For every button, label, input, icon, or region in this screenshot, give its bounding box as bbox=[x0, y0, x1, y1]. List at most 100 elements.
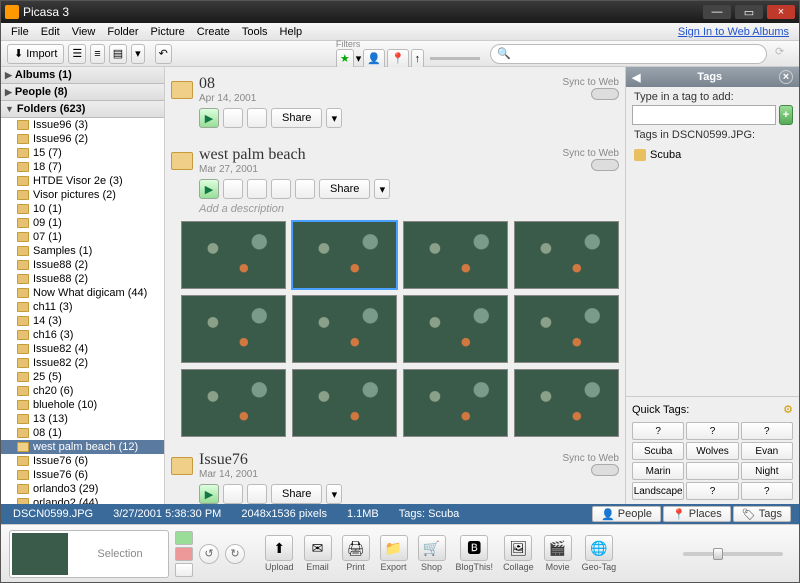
quick-tag-button[interactable]: Scuba bbox=[632, 442, 684, 460]
sidebar-folder-item[interactable]: 09 (1) bbox=[1, 216, 164, 230]
sidebar-folder-item[interactable]: Issue82 (4) bbox=[1, 342, 164, 356]
play-button[interactable]: ▶ bbox=[199, 108, 219, 128]
quick-tag-button[interactable]: ? bbox=[686, 422, 738, 440]
share-dropdown[interactable]: ▾ bbox=[374, 179, 390, 199]
menu-edit[interactable]: Edit bbox=[35, 26, 66, 38]
menu-view[interactable]: View bbox=[66, 26, 102, 38]
tool-icon[interactable] bbox=[223, 484, 243, 504]
tool-icon[interactable] bbox=[223, 179, 243, 199]
tag-input[interactable] bbox=[632, 105, 776, 125]
quick-tag-button[interactable]: Wolves bbox=[686, 442, 738, 460]
sidebar-folder-item[interactable]: ch20 (6) bbox=[1, 384, 164, 398]
action-shop[interactable]: 🛒Shop bbox=[418, 535, 446, 572]
sidebar-people-header[interactable]: ▶People (8) bbox=[1, 84, 164, 101]
sync-to-web[interactable]: Sync to Web bbox=[562, 453, 619, 479]
maximize-button[interactable]: ▭ bbox=[735, 5, 763, 19]
selection-tray[interactable]: Selection bbox=[9, 530, 169, 578]
photo-thumbnail[interactable] bbox=[181, 221, 286, 289]
quick-tag-button[interactable]: Evan bbox=[741, 442, 793, 460]
places-tab-button[interactable]: 📍Places bbox=[663, 506, 731, 522]
menu-folder[interactable]: Folder bbox=[101, 26, 144, 38]
sidebar-folder-item[interactable]: Issue76 (6) bbox=[1, 454, 164, 468]
filter-slider[interactable] bbox=[430, 57, 480, 60]
zoom-slider[interactable] bbox=[683, 552, 783, 556]
photo-thumbnail[interactable] bbox=[292, 369, 397, 437]
tool-icon[interactable] bbox=[247, 484, 267, 504]
view-dropdown[interactable]: ▾ bbox=[131, 44, 145, 64]
tool-icon[interactable] bbox=[247, 108, 267, 128]
tool-icon[interactable] bbox=[271, 179, 291, 199]
play-button[interactable]: ▶ bbox=[199, 179, 219, 199]
signin-link[interactable]: Sign In to Web Albums bbox=[672, 26, 795, 38]
sidebar-folder-item[interactable]: 25 (5) bbox=[1, 370, 164, 384]
photo-thumbnail[interactable] bbox=[292, 295, 397, 363]
photo-thumbnail[interactable] bbox=[514, 369, 619, 437]
action-print[interactable]: 🖨Print bbox=[342, 535, 370, 572]
sidebar-folder-item[interactable]: west palm beach (12) bbox=[1, 440, 164, 454]
album-title[interactable]: 08 bbox=[199, 75, 256, 93]
sidebar-folder-item[interactable]: HTDE Visor 2e (3) bbox=[1, 174, 164, 188]
sidebar-folder-item[interactable]: orlando2 (44) bbox=[1, 496, 164, 504]
search-input[interactable]: 🔍 bbox=[490, 44, 767, 64]
folder-list[interactable]: Issue96 (3)Issue96 (2)15 (7)18 (7)HTDE V… bbox=[1, 118, 164, 504]
back-icon[interactable]: ◀ bbox=[632, 71, 640, 84]
sidebar-folder-item[interactable]: 18 (7) bbox=[1, 160, 164, 174]
import-button[interactable]: ⬇ Import bbox=[7, 44, 64, 64]
menu-tools[interactable]: Tools bbox=[236, 26, 274, 38]
action-upload[interactable]: ⬆Upload bbox=[265, 535, 294, 572]
action-movie[interactable]: 🎬Movie bbox=[544, 535, 572, 572]
filter-geo-button[interactable]: 📍 bbox=[387, 49, 409, 69]
share-button[interactable]: Share bbox=[319, 179, 370, 199]
share-button[interactable]: Share bbox=[271, 484, 322, 504]
sidebar-folder-item[interactable]: Now What digicam (44) bbox=[1, 286, 164, 300]
sidebar-folder-item[interactable]: Issue88 (2) bbox=[1, 258, 164, 272]
sidebar-folder-item[interactable]: 15 (7) bbox=[1, 146, 164, 160]
quick-tag-button[interactable]: ? bbox=[741, 422, 793, 440]
sidebar-folder-item[interactable]: Issue82 (2) bbox=[1, 356, 164, 370]
zoom-knob[interactable] bbox=[713, 548, 723, 560]
tool-icon[interactable] bbox=[247, 179, 267, 199]
quick-tag-button[interactable]: ? bbox=[686, 482, 738, 500]
sync-to-web[interactable]: Sync to Web bbox=[562, 148, 619, 174]
sidebar-folder-item[interactable]: 13 (13) bbox=[1, 412, 164, 426]
photo-thumbnail[interactable] bbox=[514, 221, 619, 289]
menu-file[interactable]: File bbox=[5, 26, 35, 38]
photo-thumbnail[interactable] bbox=[403, 295, 508, 363]
menu-create[interactable]: Create bbox=[191, 26, 236, 38]
sidebar-folder-item[interactable]: Issue96 (2) bbox=[1, 132, 164, 146]
people-tab-button[interactable]: 👤People bbox=[592, 506, 661, 522]
tag-item[interactable]: Scuba bbox=[634, 147, 791, 163]
quick-tag-button[interactable] bbox=[686, 462, 738, 480]
rotate-right-button[interactable]: ↻ bbox=[225, 544, 245, 564]
tags-tab-button[interactable]: 🏷Tags bbox=[733, 506, 791, 522]
photo-thumbnail[interactable] bbox=[403, 369, 508, 437]
photo-thumbnail[interactable] bbox=[514, 295, 619, 363]
photo-thumbnail[interactable] bbox=[403, 221, 508, 289]
action-geotag[interactable]: 🌐Geo-Tag bbox=[582, 535, 617, 572]
action-collage[interactable]: 🖼Collage bbox=[503, 535, 534, 572]
sidebar-folder-item[interactable]: bluehole (10) bbox=[1, 398, 164, 412]
sidebar-albums-header[interactable]: ▶Albums (1) bbox=[1, 67, 164, 84]
sidebar-folders-header[interactable]: ▼Folders (623) bbox=[1, 101, 164, 118]
minimize-button[interactable]: — bbox=[703, 5, 731, 19]
close-pane-button[interactable]: × bbox=[779, 70, 793, 84]
gear-icon[interactable]: ⚙ bbox=[783, 403, 793, 416]
rotate-left-button[interactable]: ↺ bbox=[199, 544, 219, 564]
add-tag-button[interactable]: + bbox=[779, 105, 793, 125]
menu-picture[interactable]: Picture bbox=[145, 26, 191, 38]
share-dropdown[interactable]: ▾ bbox=[326, 108, 342, 128]
sidebar-folder-item[interactable]: 07 (1) bbox=[1, 230, 164, 244]
menu-help[interactable]: Help bbox=[274, 26, 309, 38]
view-small-button[interactable]: ▤ bbox=[109, 44, 127, 64]
photo-thumbnail[interactable] bbox=[292, 221, 397, 289]
filter-star-button[interactable]: ★ bbox=[336, 49, 354, 69]
undo-button[interactable]: ↶ bbox=[155, 44, 172, 64]
quick-tag-button[interactable]: Night bbox=[741, 462, 793, 480]
sidebar-folder-item[interactable]: Issue88 (2) bbox=[1, 272, 164, 286]
sync-toggle[interactable] bbox=[591, 464, 619, 476]
view-tree-button[interactable]: ☰ bbox=[68, 44, 86, 64]
sidebar-folder-item[interactable]: 14 (3) bbox=[1, 314, 164, 328]
selection-thumb[interactable] bbox=[12, 533, 68, 575]
sync-to-web[interactable]: Sync to Web bbox=[562, 77, 619, 103]
sidebar-folder-item[interactable]: Visor pictures (2) bbox=[1, 188, 164, 202]
